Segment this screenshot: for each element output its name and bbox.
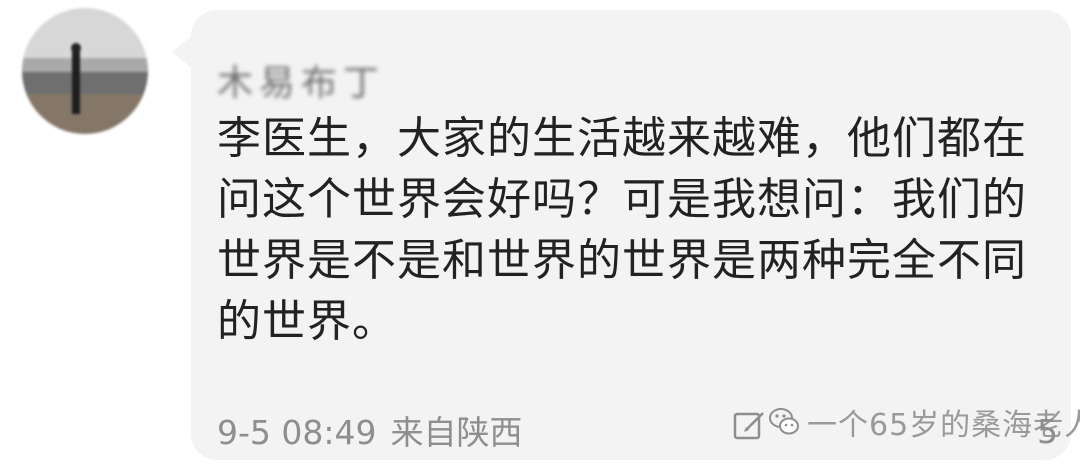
watermark: 一个65岁的桑海老人	[767, 400, 1080, 444]
wechat-icon	[769, 408, 799, 435]
location: 来自陕西	[390, 413, 523, 452]
like-count[interactable]: 5	[1037, 412, 1058, 451]
comment-text: 李医生，大家的生活越来越难，他们都在问这个世界会好吗？可是我想问：我们的世界是不…	[217, 113, 1027, 347]
edit-icon[interactable]	[732, 408, 768, 444]
comment-meta: 9-5 08:49 来自陕西	[217, 406, 523, 454]
username[interactable]: 木易布丁	[217, 54, 385, 106]
timestamp: 9-5 08:49	[217, 413, 377, 452]
avatar-image	[22, 8, 148, 134]
comment-bubble: 木易布丁 李医生，大家的生活越来越难，他们都在问这个世界会好吗？可是我想问：我们…	[191, 10, 1080, 460]
avatar[interactable]	[22, 8, 148, 134]
comment-screen: 木易布丁 李医生，大家的生活越来越难，他们都在问这个世界会好吗？可是我想问：我们…	[0, 0, 1080, 470]
